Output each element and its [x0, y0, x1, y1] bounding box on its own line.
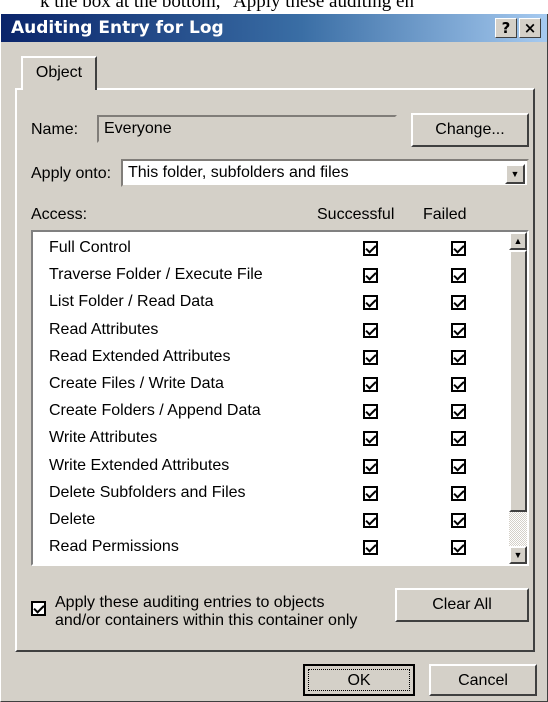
permission-row: List Folder / Read Data	[33, 290, 488, 316]
tab-object[interactable]: Object	[21, 56, 97, 90]
permission-name: List Folder / Read Data	[49, 293, 214, 311]
permission-name: Full Control	[49, 239, 131, 256]
name-field: Everyone	[97, 115, 397, 143]
scroll-track[interactable]	[509, 512, 527, 546]
permission-name: Change Permissions	[49, 565, 197, 566]
successful-checkbox[interactable]	[363, 458, 378, 474]
failed-checkbox[interactable]	[451, 404, 466, 420]
auditing-entry-dialog: Auditing Entry for Log ? × Object Name: …	[0, 14, 548, 702]
apply-onto-label: Apply onto:	[31, 165, 112, 182]
failed-checkbox[interactable]	[451, 431, 466, 447]
successful-checkbox[interactable]	[363, 268, 378, 284]
successful-checkbox[interactable]	[363, 295, 378, 311]
permission-row: Write Extended Attributes	[33, 454, 488, 480]
failed-checkbox[interactable]	[451, 485, 466, 501]
successful-checkbox[interactable]	[363, 404, 378, 420]
window-title: Auditing Entry for Log	[11, 18, 224, 38]
successful-checkbox[interactable]	[363, 322, 378, 338]
successful-checkbox[interactable]	[363, 431, 378, 447]
apply-inherit-label-line2: and/or containers within this container …	[55, 612, 358, 629]
permission-row: Read Permissions	[33, 535, 488, 561]
successful-checkbox[interactable]	[363, 513, 378, 528]
scroll-thumb[interactable]	[509, 250, 527, 512]
failed-checkbox[interactable]	[451, 513, 466, 528]
name-label: Name:	[31, 121, 79, 138]
failed-checkbox[interactable]	[451, 322, 466, 338]
permission-name: Delete Subfolders and Files	[49, 483, 246, 501]
successful-header: Successful	[317, 206, 395, 223]
failed-checkbox[interactable]	[451, 268, 466, 284]
scroll-down-arrow-icon[interactable]: ▼	[509, 546, 527, 564]
failed-checkbox[interactable]	[451, 295, 466, 311]
failed-checkbox[interactable]	[451, 241, 466, 256]
permission-row: Change Permissions	[33, 562, 488, 566]
help-button[interactable]: ?	[495, 18, 517, 38]
successful-checkbox[interactable]	[363, 241, 378, 256]
failed-checkbox[interactable]	[451, 349, 466, 365]
permission-row: Write Attributes	[33, 426, 488, 452]
permission-name: Read Attributes	[49, 320, 159, 338]
permission-name: Read Extended Attributes	[49, 347, 231, 365]
successful-checkbox[interactable]	[363, 540, 378, 556]
close-button[interactable]: ×	[519, 18, 541, 38]
failed-checkbox[interactable]	[451, 377, 466, 392]
permissions-list[interactable]: Full Control Traverse Folder / Execute Fi…	[31, 230, 529, 566]
change-button[interactable]: Change...	[411, 113, 529, 147]
vertical-scrollbar[interactable]: ▲ ▼	[509, 232, 527, 564]
permission-name: Traverse Folder / Execute File	[49, 266, 263, 284]
permission-row: Delete Subfolders and Files	[33, 481, 488, 507]
apply-inherit-label-line1: Apply these auditing entries to objects	[55, 594, 325, 611]
cancel-button[interactable]: Cancel	[429, 664, 537, 696]
permission-name: Write Attributes	[49, 429, 158, 447]
permission-row: Read Extended Attributes	[33, 345, 488, 371]
permission-name: Create Files / Write Data	[49, 375, 224, 392]
background-page-text: k the box at the bottom, "Apply these au…	[40, 0, 414, 12]
successful-checkbox[interactable]	[363, 349, 378, 365]
successful-checkbox[interactable]	[363, 485, 378, 501]
permission-row: Read Attributes	[33, 318, 488, 344]
permission-name: Read Permissions	[49, 538, 179, 556]
permission-name: Create Folders / Append Data	[49, 402, 261, 420]
permission-row: Full Control	[33, 236, 488, 262]
scroll-up-arrow-icon[interactable]: ▲	[509, 232, 527, 250]
failed-header: Failed	[423, 206, 467, 223]
access-header: Access:	[31, 206, 88, 223]
background-page-text-strip: k the box at the bottom, "Apply these au…	[0, 0, 548, 14]
permission-name: Delete	[49, 511, 96, 528]
permission-row: Traverse Folder / Execute File	[33, 263, 488, 289]
permission-row: Create Files / Write Data	[33, 372, 488, 398]
apply-inherit-checkbox[interactable]	[31, 601, 46, 616]
dropdown-arrow-icon[interactable]: ▼	[505, 164, 525, 184]
apply-onto-select[interactable]: This folder, subfolders and files ▼	[121, 159, 529, 187]
permission-name: Write Extended Attributes	[49, 456, 230, 474]
clear-all-button[interactable]: Clear All	[395, 588, 529, 622]
failed-checkbox[interactable]	[451, 458, 466, 474]
apply-onto-value: This folder, subfolders and files	[128, 164, 349, 181]
title-bar[interactable]: Auditing Entry for Log ? ×	[1, 14, 547, 42]
successful-checkbox[interactable]	[363, 377, 378, 392]
ok-button[interactable]: OK	[303, 664, 415, 696]
permission-row: Create Folders / Append Data	[33, 399, 488, 425]
permission-row: Delete	[33, 508, 488, 534]
failed-checkbox[interactable]	[451, 540, 466, 556]
